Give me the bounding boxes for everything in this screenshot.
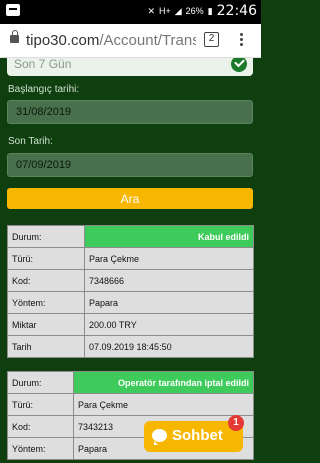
browser-address-bar[interactable]: tipo30.com/Account/Transac 2 xyxy=(0,24,261,58)
chat-bubble-icon xyxy=(152,429,167,445)
start-date-input[interactable]: 31/08/2019 xyxy=(7,100,253,124)
url-text[interactable]: tipo30.com/Account/Transac xyxy=(26,32,196,49)
table-row: Tarih 07.09.2019 18:45:50 xyxy=(7,335,254,358)
start-date-value: 31/08/2019 xyxy=(16,106,72,118)
status-label: Durum: xyxy=(7,371,74,394)
status-badge: Kabul edildi xyxy=(84,225,254,248)
period-select[interactable]: Son 7 Gün xyxy=(7,58,253,76)
end-date-input[interactable]: 07/09/2019 xyxy=(7,153,253,177)
period-select-value: Son 7 Gün xyxy=(14,58,72,71)
notification-icon xyxy=(6,4,20,16)
mute-icon: ✕ xyxy=(147,5,155,16)
network-type: H+ xyxy=(158,6,171,16)
table-row: Yöntem: Papara xyxy=(7,291,254,314)
start-date-label: Başlangıç tarihi: xyxy=(8,84,80,95)
status-bar: ✕ H+ ◢ 26% ▮ 22:46 xyxy=(0,0,261,24)
code-label: Kod: xyxy=(7,269,85,292)
more-options-icon[interactable] xyxy=(236,31,246,49)
clock: 22:46 xyxy=(216,3,257,19)
table-row: Türü: Para Çekme xyxy=(7,247,254,270)
code-label: Kod: xyxy=(7,415,74,438)
url-host: tipo30.com xyxy=(26,32,100,49)
url-path: /Account/Transac xyxy=(99,32,196,49)
table-row: Miktar 200.00 TRY xyxy=(7,313,254,336)
method-label: Yöntem: xyxy=(7,437,74,460)
amount-value: 200.00 TRY xyxy=(84,313,254,336)
type-label: Türü: xyxy=(7,247,85,270)
end-date-label: Son Tarih: xyxy=(8,136,53,147)
status-label: Durum: xyxy=(7,225,85,248)
chat-label: Sohbet xyxy=(172,427,223,444)
type-label: Türü: xyxy=(7,393,74,416)
table-row: Durum: Operatör tarafından iptal edildi xyxy=(7,371,254,394)
status-badge: Operatör tarafından iptal edildi xyxy=(73,371,254,394)
battery-icon: ▮ xyxy=(207,5,213,16)
date-label: Tarih xyxy=(7,335,85,358)
chat-notification-badge: 1 xyxy=(228,415,244,431)
lock-icon xyxy=(10,30,19,43)
signal-icon: ◢ xyxy=(174,5,182,16)
code-value: 7348666 xyxy=(84,269,254,292)
chevron-down-icon[interactable] xyxy=(231,58,247,72)
page-content: Son 7 Gün Başlangıç tarihi: 31/08/2019 S… xyxy=(0,58,261,463)
method-value: Papara xyxy=(84,291,254,314)
search-button[interactable]: Ara xyxy=(7,188,253,209)
battery-level: 26% xyxy=(185,6,204,16)
tab-switcher-button[interactable]: 2 xyxy=(204,32,219,47)
transaction-table: Durum: Kabul edildi Türü: Para Çekme Kod… xyxy=(7,225,254,358)
table-row: Kod: 7348666 xyxy=(7,269,254,292)
date-value: 07.09.2019 18:45:50 xyxy=(84,335,254,358)
amount-label: Miktar xyxy=(7,313,85,336)
method-label: Yöntem: xyxy=(7,291,85,314)
table-row: Durum: Kabul edildi xyxy=(7,225,254,248)
type-value: Para Çekme xyxy=(84,247,254,270)
table-row: Türü: Para Çekme xyxy=(7,393,254,416)
type-value: Para Çekme xyxy=(73,393,254,416)
end-date-value: 07/09/2019 xyxy=(16,159,72,171)
